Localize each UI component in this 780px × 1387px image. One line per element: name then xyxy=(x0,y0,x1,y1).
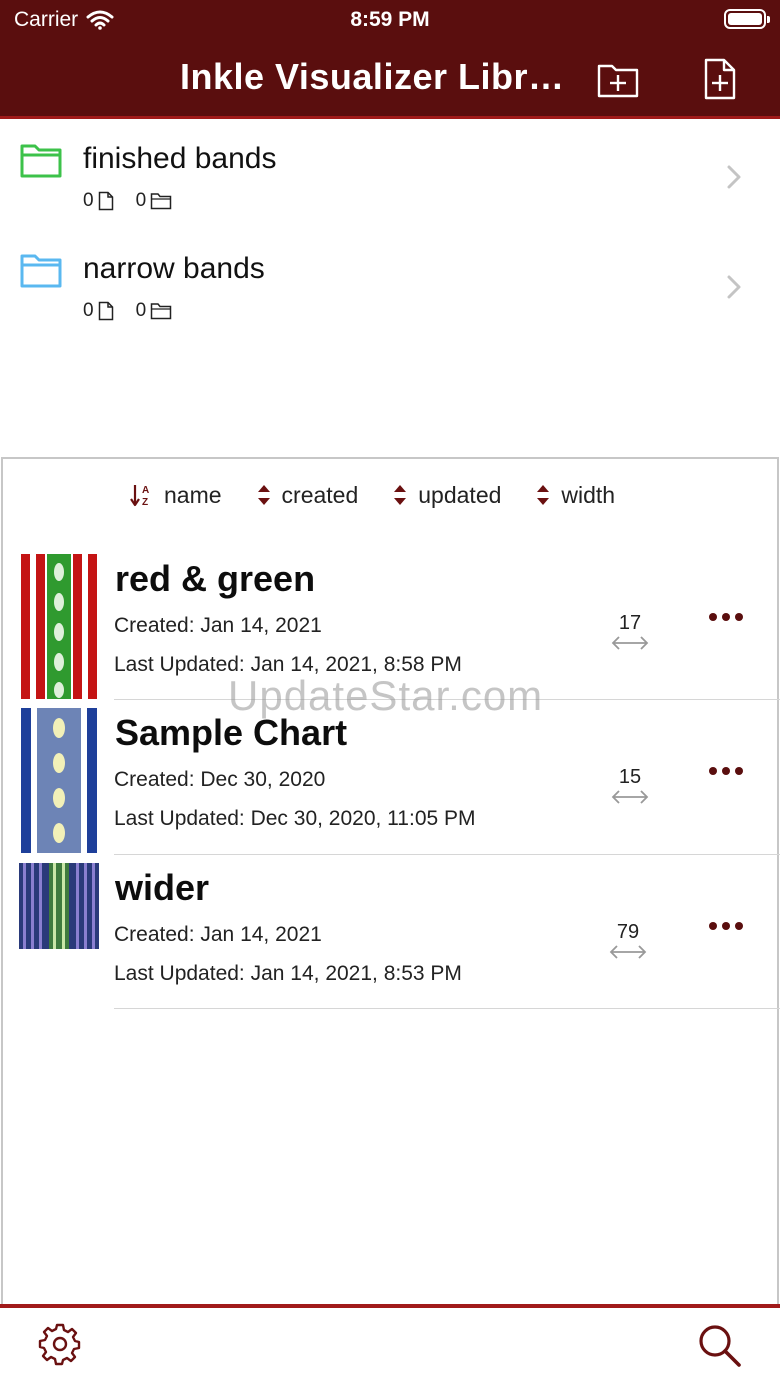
new-chart-button[interactable] xyxy=(700,58,744,100)
folder-icon xyxy=(20,254,62,288)
more-options-icon[interactable] xyxy=(706,764,746,778)
chart-thumbnail xyxy=(19,863,99,949)
chevron-right-icon xyxy=(727,165,741,189)
sort-updown-icon xyxy=(394,485,407,505)
sort-updown-icon xyxy=(257,485,270,505)
status-bar: Carrier 8:59 PM xyxy=(0,0,780,40)
chart-updated: Last Updated: Jan 14, 2021, 8:58 PM xyxy=(114,653,462,676)
folder-small-icon xyxy=(150,193,172,210)
width-arrow-icon xyxy=(611,790,649,804)
folder-row-narrow-bands[interactable]: narrow bands 0 0 xyxy=(0,230,780,340)
chart-name: Sample Chart xyxy=(115,712,348,753)
folder-icon xyxy=(20,144,62,178)
chart-thumbnail xyxy=(19,554,99,699)
chart-created: Created: Jan 14, 2021 xyxy=(114,614,322,637)
more-options-icon[interactable] xyxy=(706,610,746,624)
folder-row-finished-bands[interactable]: finished bands 0 0 xyxy=(0,120,780,230)
chart-updated: Last Updated: Dec 30, 2020, 11:05 PM xyxy=(114,807,476,830)
chart-row-sample-chart[interactable]: Sample Chart Created: Dec 30, 2020 Last … xyxy=(0,700,780,855)
sort-label-created: created xyxy=(281,481,359,508)
svg-text:A: A xyxy=(142,485,149,496)
sort-az-icon: A Z xyxy=(130,485,149,508)
chart-updated: Last Updated: Jan 14, 2021, 8:53 PM xyxy=(114,962,462,985)
file-icon xyxy=(98,301,113,321)
width-arrow-icon xyxy=(609,945,647,959)
file-count: 0 xyxy=(83,300,94,321)
file-icon xyxy=(98,191,113,211)
folder-plus-icon xyxy=(597,64,639,98)
chart-created: Created: Jan 14, 2021 xyxy=(114,923,322,946)
chart-row-red-green[interactable]: red & green Created: Jan 14, 2021 Last U… xyxy=(0,546,780,701)
header-divider xyxy=(0,116,780,119)
sort-by-updated[interactable]: updated xyxy=(392,482,501,509)
document-plus-icon xyxy=(704,58,736,100)
folder-name: narrow bands xyxy=(83,252,265,285)
more-options-icon[interactable] xyxy=(706,919,746,933)
sort-by-created[interactable]: created xyxy=(256,481,359,509)
chart-row-wider[interactable]: wider Created: Jan 14, 2021 Last Updated… xyxy=(0,855,780,1010)
width-arrow-icon xyxy=(611,636,649,650)
row-divider xyxy=(114,1008,780,1009)
page-title: Inkle Visualizer Libr… xyxy=(180,56,565,97)
status-time: 8:59 PM xyxy=(350,8,430,31)
battery-icon xyxy=(724,9,770,29)
chart-width: 15 xyxy=(618,766,642,788)
svg-text:Z: Z xyxy=(142,497,148,508)
sort-label-width: width xyxy=(561,481,616,508)
bottom-toolbar xyxy=(0,1308,780,1387)
subfolder-count: 0 xyxy=(135,190,147,211)
folder-small-icon xyxy=(150,303,172,320)
folder-counts: 0 0 xyxy=(83,300,194,322)
sort-label-updated: updated xyxy=(418,481,502,508)
chart-created: Created: Dec 30, 2020 xyxy=(114,768,326,791)
navigation-bar: Carrier 8:59 PM Inkle Visualizer Libr… xyxy=(0,0,780,119)
chart-name: red & green xyxy=(115,558,316,599)
chart-width: 17 xyxy=(618,612,642,634)
sort-label-name: name xyxy=(164,481,222,508)
folder-name: finished bands xyxy=(83,142,277,175)
sort-by-width[interactable]: width xyxy=(535,482,615,509)
new-folder-button[interactable] xyxy=(596,58,640,100)
sort-by-name[interactable]: A Z name xyxy=(130,482,222,509)
subfolder-count: 0 xyxy=(135,300,147,321)
chart-width: 79 xyxy=(616,921,640,943)
chart-name: wider xyxy=(115,867,210,908)
file-count: 0 xyxy=(83,190,94,211)
settings-gear-icon[interactable] xyxy=(38,1322,82,1366)
folder-counts: 0 0 xyxy=(83,190,194,212)
chevron-right-icon xyxy=(727,275,741,299)
search-icon[interactable] xyxy=(696,1322,742,1368)
sort-updown-icon xyxy=(537,485,550,505)
sort-bar: A Z name created updated width xyxy=(130,478,649,512)
chart-thumbnail xyxy=(19,708,99,853)
